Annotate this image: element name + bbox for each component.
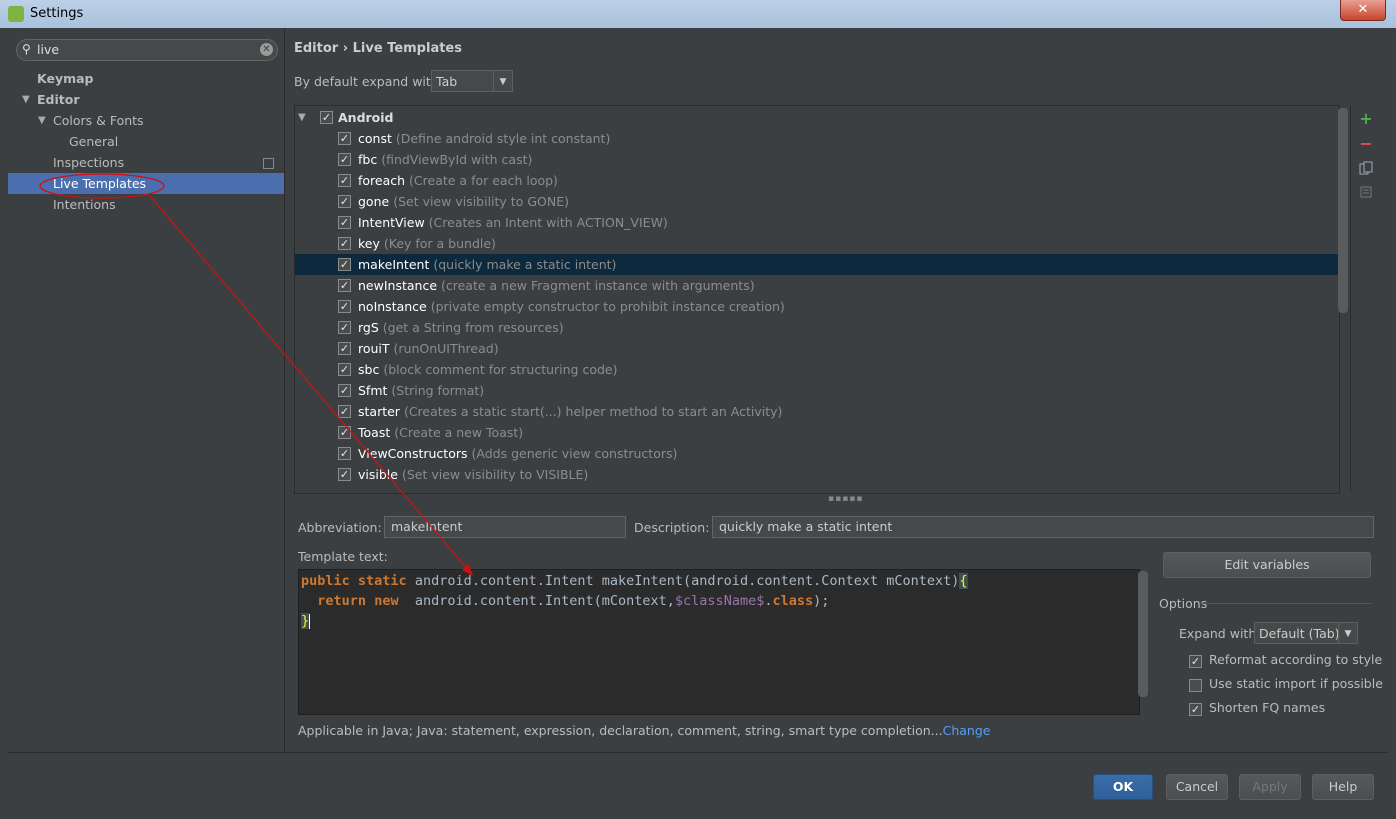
annotation-arrowhead <box>462 564 473 576</box>
annotation-ellipse <box>39 173 165 199</box>
annotation-arrow-line <box>149 195 471 573</box>
annotation-overlay <box>39 173 473 576</box>
